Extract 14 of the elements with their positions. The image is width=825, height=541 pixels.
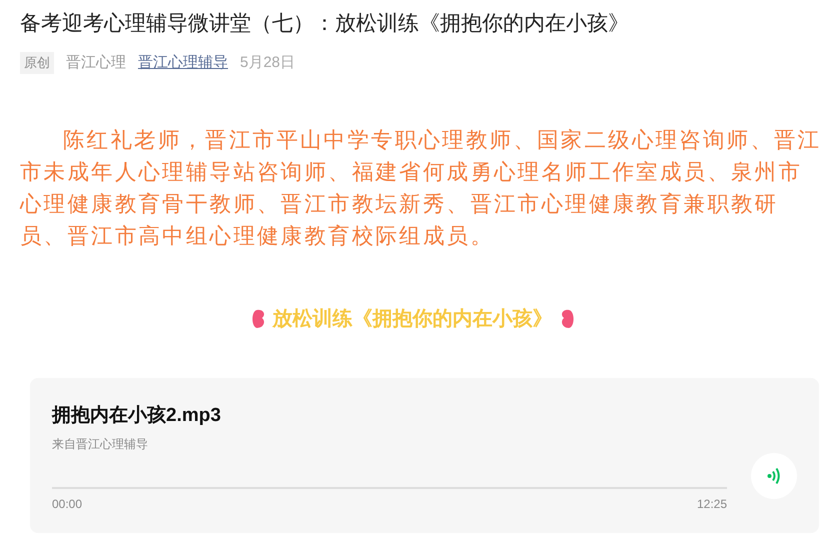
article-title: 备考迎考心理辅导微讲堂（七）：放松训练《拥抱你的内在小孩》 bbox=[20, 11, 630, 37]
section-heading: 放松训练《拥抱你的内在小孩》 bbox=[272, 306, 552, 332]
account-link[interactable]: 晋江心理辅导 bbox=[138, 52, 228, 74]
intro-line: 心理健康教育骨干教师、晋江市教坛新秀、晋江市心理健康教育兼职教研 bbox=[20, 191, 780, 218]
publish-date: 5月28日 bbox=[240, 52, 296, 72]
audio-source: 来自晋江心理辅导 bbox=[52, 436, 149, 452]
author-name: 晋江心理 bbox=[66, 52, 126, 72]
intro-line: 陈红礼老师，晋江市平山中学专职心理教师、国家二级心理咨询师、晋江 bbox=[62, 127, 822, 154]
intro-line: 市未成年人心理辅导站咨询师、福建省何成勇心理名师工作室成员、泉州市 bbox=[20, 159, 804, 186]
current-time: 00:00 bbox=[52, 496, 82, 512]
duration: 12:25 bbox=[696, 496, 727, 512]
original-tag: 原创 bbox=[20, 52, 54, 74]
intro-line: 员、晋江市高中组心理健康教育校际组成员。 bbox=[20, 223, 495, 250]
audio-title: 拥抱内在小孩2.mp3 bbox=[52, 404, 222, 428]
